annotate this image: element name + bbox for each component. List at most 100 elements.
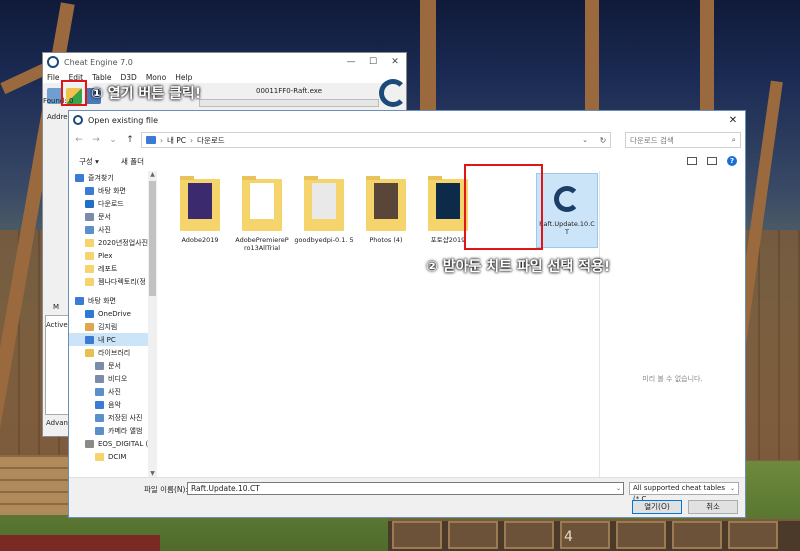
file-name: Raft.Update.10.C T — [539, 220, 595, 236]
nav-item[interactable]: 다운로드📌 — [69, 197, 157, 210]
nav-item[interactable]: 카메라 앨범 — [69, 424, 157, 437]
nav-item[interactable]: 문서 — [69, 359, 157, 372]
nav-item-label: 김지림 — [98, 322, 118, 331]
nav-item[interactable]: 즐겨찾기 — [69, 171, 157, 184]
nav-item[interactable]: 비디오 — [69, 372, 157, 385]
menu-table[interactable]: Table — [92, 73, 111, 82]
chevron-down-icon[interactable]: ⌄ — [616, 483, 621, 494]
cheat-engine-big-logo-icon[interactable] — [379, 79, 407, 107]
picture-icon — [95, 426, 104, 435]
nav-item[interactable]: EOS_DIGITAL (J: — [69, 437, 157, 450]
nav-item[interactable]: Plex — [69, 249, 157, 262]
folder-icon — [85, 238, 94, 247]
back-button[interactable]: ← — [73, 135, 85, 145]
open-file-dialog: Open existing file ✕ ← → ⌄ ↑ › 내 PC › 다운… — [68, 110, 746, 518]
command-bar: 구성 ▾ 새 폴더 ? — [69, 151, 745, 171]
file-item[interactable]: goodbyedpi-0.1. 5 — [293, 176, 355, 244]
red-panel — [0, 535, 160, 551]
nav-item[interactable]: 음악 — [69, 398, 157, 411]
file-item-raft-ct[interactable]: Raft.Update.10.C T — [536, 173, 598, 248]
file-item[interactable]: Photos (4) — [355, 176, 417, 244]
ce-title: Cheat Engine 7.0 — [64, 57, 133, 67]
hotbar: 4 — [388, 519, 800, 551]
nav-item-label: EOS_DIGITAL (J: — [98, 439, 153, 448]
drive-icon — [85, 439, 94, 448]
preview-pane-icon[interactable] — [707, 157, 717, 165]
nav-item[interactable]: 바탕 화면 — [69, 294, 157, 307]
minimize-button[interactable]: — — [340, 57, 362, 67]
filename-input[interactable]: Raft.Update.10.CT ⌄ — [187, 482, 624, 495]
nav-item[interactable]: 김지림 — [69, 320, 157, 333]
open-button[interactable]: 열기(O) — [632, 500, 682, 514]
nav-item[interactable]: 2020년정업사진 — [69, 236, 157, 249]
cancel-button[interactable]: 취소 — [688, 500, 738, 514]
search-box[interactable]: 다운로드 검색 ⌕ — [625, 132, 741, 148]
ce-title-bar: Cheat Engine 7.0 — ☐ ✕ — [43, 53, 406, 71]
nav-item[interactable]: 문서📌 — [69, 210, 157, 223]
breadcrumb-pc[interactable]: 내 PC — [167, 135, 186, 146]
breadcrumb-downloads[interactable]: 다운로드 — [197, 135, 225, 146]
nav-item-label: 2020년정업사진 — [98, 238, 149, 247]
new-folder-button[interactable]: 새 폴더 — [121, 156, 144, 167]
help-icon[interactable]: ? — [727, 156, 737, 166]
nav-item[interactable]: 내 PC — [69, 333, 157, 346]
organize-button[interactable]: 구성 ▾ — [79, 156, 99, 167]
nav-item-label: 레포트 — [98, 264, 118, 273]
view-options-icon[interactable] — [687, 157, 697, 165]
nav-item-label: 음악 — [108, 400, 121, 409]
cheat-table-file-icon — [554, 186, 580, 212]
desktop-icon — [85, 186, 94, 195]
scroll-up-icon[interactable]: ▲ — [148, 171, 157, 178]
nav-item[interactable]: 바탕 화면📌 — [69, 184, 157, 197]
menu-file[interactable]: File — [47, 73, 60, 82]
advanced-options-label[interactable]: Advan — [46, 419, 68, 427]
forward-button[interactable]: → — [90, 135, 102, 145]
picture-icon — [95, 387, 104, 396]
search-icon[interactable]: ⌕ — [732, 135, 736, 145]
nav-item[interactable]: 사진📌 — [69, 223, 157, 236]
star-icon — [75, 173, 84, 182]
navigation-scrollbar[interactable]: ▲ ▼ — [148, 171, 157, 477]
step2-annotation: ② 받아둔 치트 파일 선택 적용! — [426, 259, 611, 275]
chevron-down-icon[interactable]: ⌄ — [730, 483, 735, 494]
nav-item[interactable]: 젬나다렉토리(정 — [69, 275, 157, 288]
selected-file-highlight — [464, 164, 543, 250]
file-item[interactable]: Adobe2019 — [169, 176, 231, 244]
navigation-pane: 즐겨찾기바탕 화면📌다운로드📌문서📌사진📌 2020년정업사진 Plex 레포트젬나다… — [69, 171, 157, 477]
up-folder-button[interactable]: ↑ — [124, 135, 136, 145]
cheat-engine-logo-icon — [47, 56, 59, 68]
dialog-close-button[interactable]: ✕ — [721, 115, 745, 126]
maximize-button[interactable]: ☐ — [362, 57, 384, 67]
nav-item[interactable]: 라이브러리 — [69, 346, 157, 359]
nav-item[interactable]: DCIM — [69, 450, 157, 463]
search-input[interactable]: 다운로드 검색 — [630, 135, 674, 146]
nav-item[interactable]: 레포트 — [69, 262, 157, 275]
picture-icon — [95, 413, 104, 422]
cheat-engine-logo-icon — [73, 115, 83, 125]
nav-item-label: 다운로드 — [98, 199, 124, 208]
file-item[interactable]: AdobePremiereP ro13AllTrial — [231, 176, 293, 252]
file-name: 포토샵2019 — [430, 236, 466, 244]
hotbar-slot-number: 4 — [564, 529, 573, 545]
folder-preview-icon — [436, 183, 460, 219]
nav-item[interactable]: 저장된 사진 — [69, 411, 157, 424]
refresh-icon[interactable]: ↻ — [596, 136, 610, 145]
download-icon — [85, 199, 94, 208]
nav-item-label: DCIM — [108, 452, 127, 461]
nav-item[interactable]: 사진 — [69, 385, 157, 398]
menu-mono[interactable]: Mono — [146, 73, 166, 82]
scroll-down-icon[interactable]: ▼ — [148, 470, 157, 477]
ce-menu-bar: File Edit Table D3D Mono Help — [43, 71, 406, 83]
close-button[interactable]: ✕ — [384, 57, 406, 67]
nav-item-label: 카메라 앨범 — [108, 426, 143, 435]
nav-item-label: 라이브러리 — [98, 348, 131, 357]
scrollbar-thumb[interactable] — [149, 181, 156, 296]
menu-d3d[interactable]: D3D — [121, 73, 137, 82]
filetype-select[interactable]: All supported cheat tables (*.C ⌄ — [629, 482, 739, 503]
recent-locations-button[interactable]: ⌄ — [107, 135, 119, 145]
address-bar[interactable]: › 내 PC › 다운로드 ⌄ ↻ — [141, 132, 611, 148]
menu-help[interactable]: Help — [175, 73, 192, 82]
filename-value: Raft.Update.10.CT — [191, 484, 260, 493]
nav-item[interactable]: OneDrive — [69, 307, 157, 320]
address-dropdown-icon[interactable]: ⌄ — [578, 136, 592, 144]
